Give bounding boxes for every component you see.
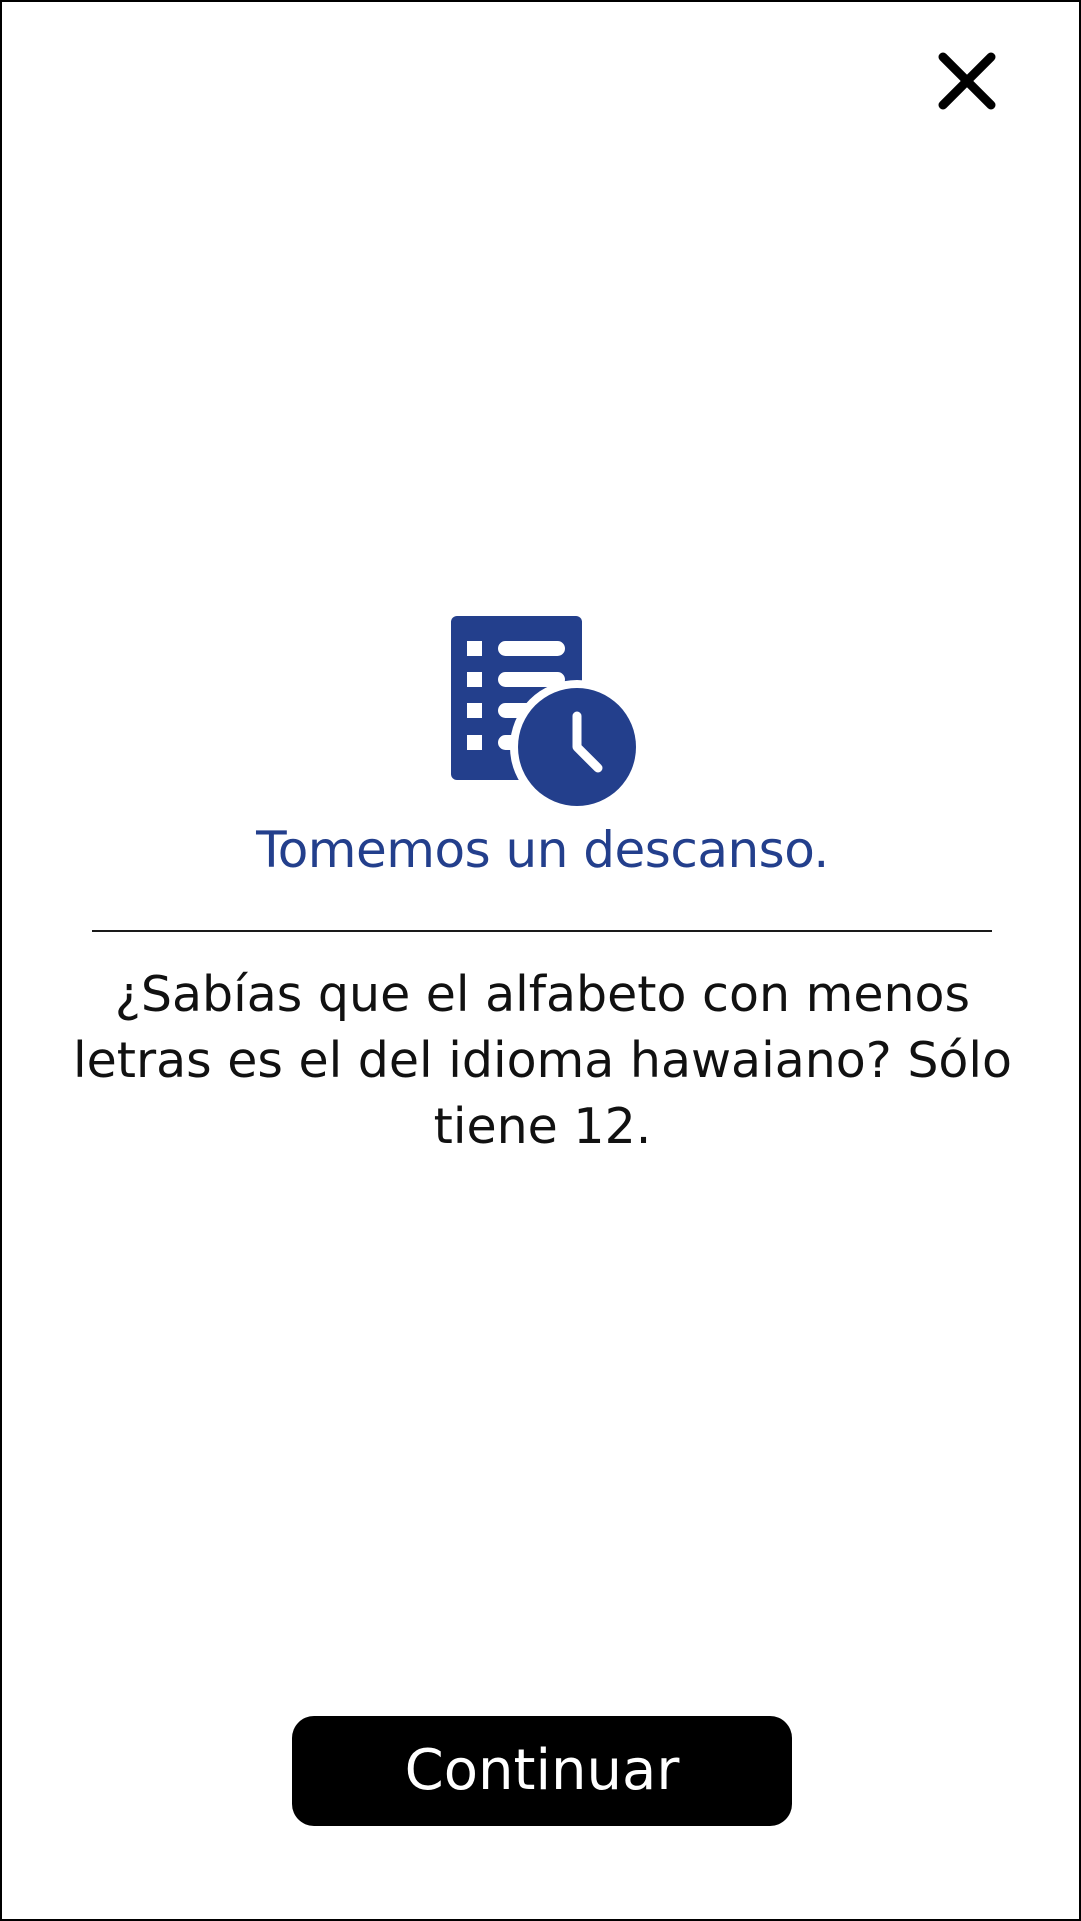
close-icon	[938, 52, 996, 110]
fun-fact-text: ¿Sabías que el alfabeto con menos letras…	[72, 966, 1013, 1155]
break-screen: Tomemos un descanso. ¿Sabías que el alfa…	[0, 0, 1081, 1921]
break-title: Tomemos un descanso.	[256, 821, 829, 879]
schedule-list-clock-icon	[448, 614, 638, 812]
continue-button[interactable]: Continuar	[292, 1716, 792, 1826]
close-button[interactable]	[934, 48, 1000, 114]
divider	[92, 930, 992, 932]
